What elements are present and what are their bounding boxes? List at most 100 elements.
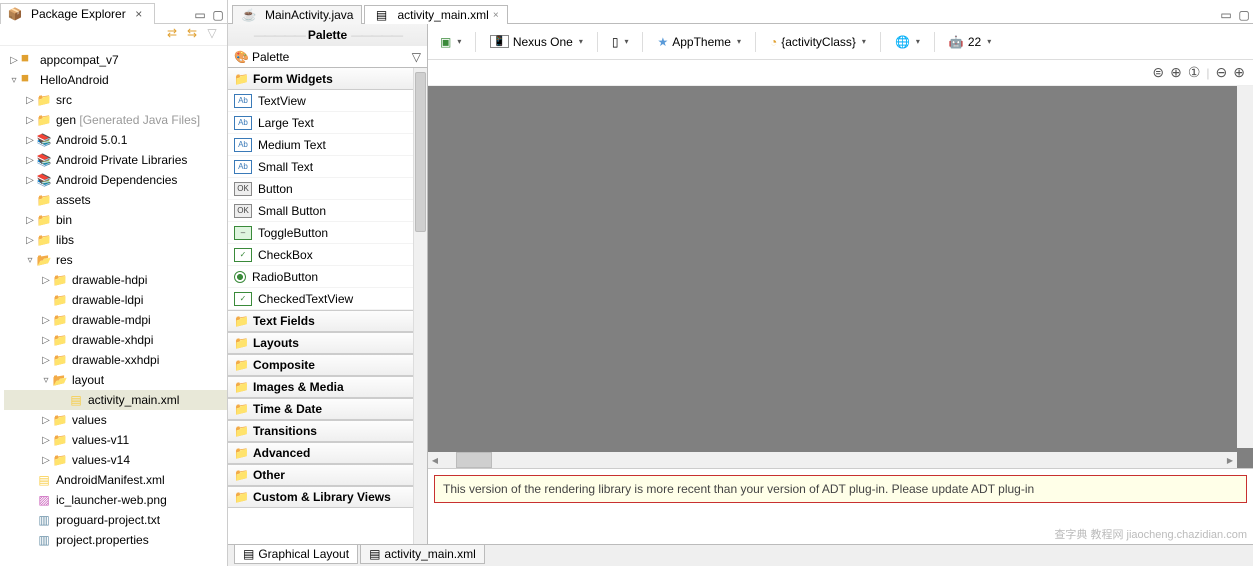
expander-icon[interactable]: ▷ xyxy=(40,455,52,466)
collapse-all-icon[interactable]: ⇄ xyxy=(165,26,179,40)
tree-node[interactable]: ▤AndroidManifest.xml xyxy=(4,470,227,490)
layout-canvas[interactable] xyxy=(428,86,1253,468)
palette-category[interactable]: 📁Time & Date xyxy=(228,398,413,420)
tree-node[interactable]: ▨ic_launcher-web.png xyxy=(4,490,227,510)
palette-item[interactable]: ✓CheckBox xyxy=(228,244,413,266)
tree-node[interactable]: ▷📁gen [Generated Java Files] xyxy=(4,110,227,130)
expander-icon[interactable]: ▷ xyxy=(40,435,52,446)
zoom-real-icon[interactable]: ⊕ xyxy=(1170,64,1182,81)
palette-item[interactable]: OKSmall Button xyxy=(228,200,413,222)
editor-tab[interactable]: ▤activity_main.xml× xyxy=(364,5,507,24)
palette-item[interactable]: ✓CheckedTextView xyxy=(228,288,413,310)
palette-category[interactable]: 📁Advanced xyxy=(228,442,413,464)
palette-scroll-thumb[interactable] xyxy=(415,72,426,232)
editor-minimize-icon[interactable]: ▭ xyxy=(1218,7,1234,23)
palette-item[interactable]: AbMedium Text xyxy=(228,134,413,156)
tree-node[interactable]: ▷📁drawable-hdpi xyxy=(4,270,227,290)
tree-node[interactable]: ▿📂res xyxy=(4,250,227,270)
folder-icon: 📁 xyxy=(52,333,68,347)
maximize-view-icon[interactable]: ▢ xyxy=(210,7,226,23)
palette-category[interactable]: 📁Text Fields xyxy=(228,310,413,332)
tree-node[interactable]: ▷📁bin xyxy=(4,210,227,230)
zoom-in-icon[interactable]: ⊕ xyxy=(1233,64,1245,81)
palette-item[interactable]: AbLarge Text xyxy=(228,112,413,134)
tree-node[interactable]: ▥project.properties xyxy=(4,530,227,550)
expander-icon[interactable]: ▷ xyxy=(24,135,36,146)
tree-node[interactable]: 📁drawable-ldpi xyxy=(4,290,227,310)
expander-icon[interactable]: ▷ xyxy=(40,315,52,326)
locale-selector[interactable]: 🌐▾ xyxy=(891,33,924,51)
activity-selector[interactable]: ◔{activityClass}▾ xyxy=(766,33,870,51)
tree-node[interactable]: ▷📚Android Private Libraries xyxy=(4,150,227,170)
expander-icon[interactable]: ▷ xyxy=(24,155,36,166)
palette-category-combo[interactable]: 🎨 Palette ▽ xyxy=(228,46,427,68)
expander-icon[interactable]: ▿ xyxy=(24,255,36,266)
tree-node[interactable]: ▿◆HelloAndroid xyxy=(4,70,227,90)
tree-node[interactable]: ▤activity_main.xml xyxy=(4,390,227,410)
palette-category[interactable]: 📁Custom & Library Views xyxy=(228,486,413,508)
zoom-out-icon[interactable]: ⊖ xyxy=(1216,64,1228,81)
tree-node[interactable]: ▷📁drawable-mdpi xyxy=(4,310,227,330)
palette-item[interactable]: OKButton xyxy=(228,178,413,200)
tree-node[interactable]: ▿📂layout xyxy=(4,370,227,390)
palette-item[interactable]: RadioButton xyxy=(228,266,413,288)
editor-tab[interactable]: ☕MainActivity.java xyxy=(232,5,362,24)
tree-node[interactable]: ▷📁values-v14 xyxy=(4,450,227,470)
palette-category[interactable]: 📁Layouts xyxy=(228,332,413,354)
expander-icon[interactable]: ▷ xyxy=(24,115,36,126)
expander-icon[interactable]: ▷ xyxy=(40,355,52,366)
canvas-vscrollbar[interactable] xyxy=(1237,86,1253,448)
tree-node[interactable]: ▷◆appcompat_v7 xyxy=(4,50,227,70)
palette-item[interactable]: AbSmall Text xyxy=(228,156,413,178)
editor-tab-label: activity_main.xml xyxy=(397,8,488,22)
tree-node[interactable]: ▷📚Android 5.0.1 xyxy=(4,130,227,150)
bottom-tab[interactable]: ▤activity_main.xml xyxy=(360,545,485,564)
project-tree[interactable]: ▷◆appcompat_v7▿◆HelloAndroid▷📁src▷📁gen [… xyxy=(0,46,227,566)
tree-node[interactable]: ▷📁drawable-xhdpi xyxy=(4,330,227,350)
tree-node[interactable]: ▷📁values-v11 xyxy=(4,430,227,450)
zoom-fit-icon[interactable]: ⊜ xyxy=(1152,64,1164,81)
palette-category[interactable]: 📁Other xyxy=(228,464,413,486)
palette-category[interactable]: 📁Composite xyxy=(228,354,413,376)
canvas-hscroll-thumb[interactable] xyxy=(456,452,492,468)
palette-item[interactable]: –ToggleButton xyxy=(228,222,413,244)
expander-icon[interactable]: ▷ xyxy=(40,275,52,286)
close-tab-icon[interactable]: × xyxy=(493,10,499,21)
api-selector[interactable]: 🤖22▾ xyxy=(945,33,995,51)
orientation-button[interactable]: ▯▾ xyxy=(608,33,633,51)
canvas-hscrollbar[interactable] xyxy=(428,452,1237,468)
minimize-view-icon[interactable]: ▭ xyxy=(192,7,208,23)
expander-icon[interactable]: ▷ xyxy=(24,95,36,106)
tree-node[interactable]: ▷📁drawable-xxhdpi xyxy=(4,350,227,370)
palette-category[interactable]: 📁Images & Media xyxy=(228,376,413,398)
palette-category[interactable]: 📁Form Widgets xyxy=(228,68,413,90)
tree-node[interactable]: ▷📁libs xyxy=(4,230,227,250)
bottom-tab[interactable]: ▤Graphical Layout xyxy=(234,545,358,564)
expander-icon[interactable]: ▷ xyxy=(24,215,36,226)
tree-node[interactable]: 📁assets xyxy=(4,190,227,210)
expander-icon[interactable]: ▷ xyxy=(40,415,52,426)
expander-icon[interactable]: ▿ xyxy=(40,375,52,386)
package-explorer-tab[interactable]: 📦 Package Explorer × xyxy=(0,3,155,24)
zoom-100-icon[interactable]: ① xyxy=(1188,64,1201,81)
tree-node[interactable]: ▷📚Android Dependencies xyxy=(4,170,227,190)
tree-node[interactable]: ▥proguard-project.txt xyxy=(4,510,227,530)
palette-scrollbar[interactable] xyxy=(413,68,427,544)
link-editor-icon[interactable]: ⇆ xyxy=(185,26,199,40)
tree-node[interactable]: ▷📁src xyxy=(4,90,227,110)
close-view-icon[interactable]: × xyxy=(131,6,147,22)
palette-item-label: Medium Text xyxy=(258,138,326,152)
palette-category[interactable]: 📁Transitions xyxy=(228,420,413,442)
device-selector[interactable]: 📱Nexus One▾ xyxy=(486,33,587,51)
expander-icon[interactable]: ▷ xyxy=(24,175,36,186)
view-menu-icon[interactable]: ▽ xyxy=(205,26,219,40)
editor-maximize-icon[interactable]: ▢ xyxy=(1236,7,1252,23)
theme-selector[interactable]: ★AppTheme▾ xyxy=(653,33,744,51)
expander-icon[interactable]: ▷ xyxy=(24,235,36,246)
expander-icon[interactable]: ▷ xyxy=(40,335,52,346)
palette-item-label: Small Button xyxy=(258,204,326,218)
tab-icon: ▤ xyxy=(369,547,380,561)
palette-item[interactable]: AbTextView xyxy=(228,90,413,112)
canvas-config-button[interactable]: ▣▾ xyxy=(436,33,465,51)
tree-node[interactable]: ▷📁values xyxy=(4,410,227,430)
